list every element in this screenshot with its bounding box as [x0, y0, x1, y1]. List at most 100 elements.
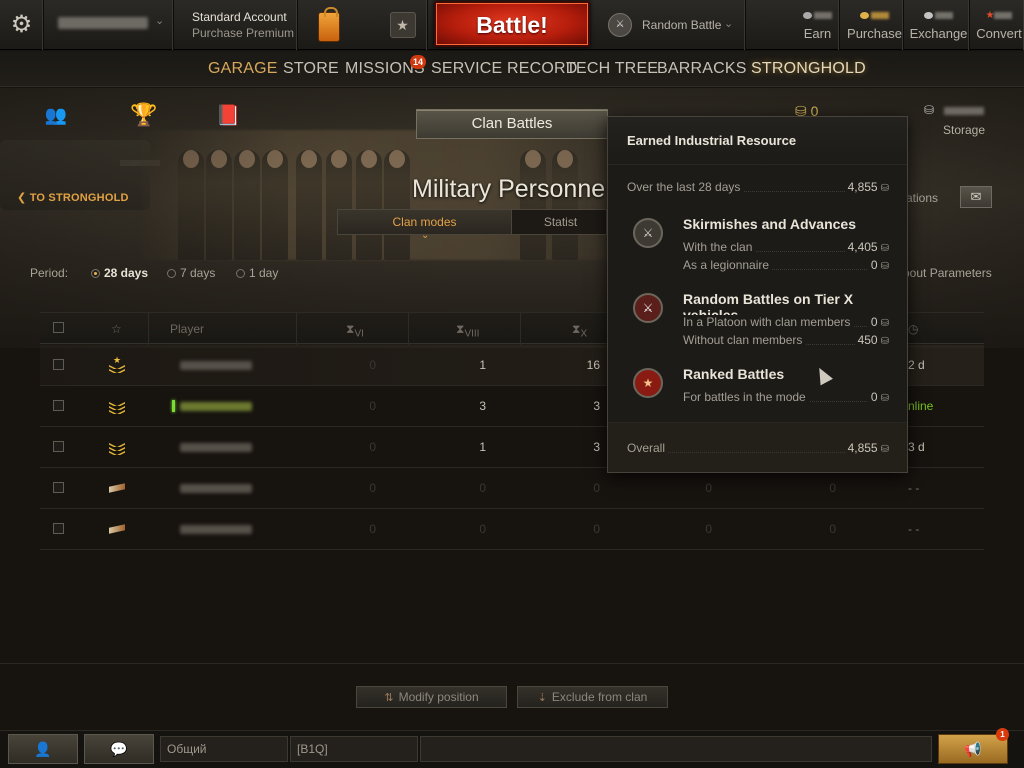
earn-button[interactable]: Earn	[796, 0, 840, 50]
main-nav: GARAGE STORE MISSIONS SERVICE RECORD TEC…	[0, 51, 1024, 87]
tier-x-cell: 3	[593, 440, 600, 454]
contacts-button[interactable]: 👤	[8, 734, 78, 764]
account-status[interactable]: Standard Account Purchase Premium	[178, 0, 298, 50]
radio-dot	[236, 269, 245, 278]
tier-viii-column-header[interactable]: ⧗VIII	[456, 322, 479, 339]
premium-shop-icon[interactable]	[316, 6, 342, 44]
nav-tech-tree[interactable]: TECH TREE	[566, 60, 658, 78]
row-value: 0 ⛁	[867, 315, 889, 329]
settings-button[interactable]: ⚙	[0, 0, 44, 50]
trophy-icon: 🏆	[130, 102, 158, 127]
radio-dot	[167, 269, 176, 278]
random-battle-icon: ⚔	[608, 13, 632, 37]
table-row[interactable]: 0 0 0 0 0 - -	[40, 468, 984, 509]
credits-icon	[796, 10, 839, 21]
convert-button[interactable]: ★ Convert	[974, 0, 1024, 50]
column-divider	[148, 313, 149, 345]
row-label: In a Platoon with clan members	[683, 315, 854, 329]
row-label: As a legionnaire	[683, 258, 773, 272]
nav-barracks[interactable]: BARRACKS	[657, 60, 747, 78]
clock-icon[interactable]: ◷	[908, 322, 918, 336]
skirmishes-icon: ⚔	[633, 218, 663, 248]
nav-store[interactable]: STORE	[283, 60, 339, 78]
clan-achievements-tab[interactable]: 🏆	[124, 98, 164, 132]
user-menu[interactable]: ⌄	[44, 0, 174, 50]
section-title: Ranked Battles	[683, 366, 785, 382]
convert-label: Convert	[976, 26, 1022, 41]
tier-x-cell: 3	[593, 399, 600, 413]
period-1-day-radio[interactable]: 1 day	[236, 266, 278, 280]
chat-input-field[interactable]	[420, 736, 932, 762]
clan-channel-tab[interactable]: [B1Q]	[290, 736, 418, 762]
player-column-header[interactable]: Player	[170, 322, 204, 336]
row-label: Over the last 28 days	[627, 180, 744, 194]
sergeant-rank-icon	[109, 398, 125, 416]
exchange-button[interactable]: Exchange	[908, 0, 970, 50]
online-status-icon	[172, 400, 175, 412]
row-checkbox[interactable]	[53, 482, 64, 493]
column-4-cell: 0	[705, 522, 712, 536]
row-checkbox[interactable]	[53, 441, 64, 452]
nav-garage[interactable]: GARAGE	[208, 60, 278, 78]
tier-viii-cell: 1	[479, 358, 486, 372]
row-value: 0 ⛁	[867, 390, 889, 404]
battle-button[interactable]: Battle!	[434, 1, 590, 47]
modify-position-label: Modify position	[398, 690, 479, 704]
chat-button[interactable]: 💬	[84, 734, 154, 764]
tooltip-row: For battles in the mode 0 ⛁	[683, 390, 889, 406]
row-value: 4,855 ⛁	[844, 180, 889, 194]
industrial-resource-tooltip: Earned Industrial Resource Over the last…	[607, 116, 908, 473]
tier-vi-column-header[interactable]: ⧗VI	[346, 322, 364, 339]
purchase-label: Purchase	[847, 26, 902, 41]
resource-icon: ⛁	[880, 336, 889, 347]
rank-button[interactable]: ★	[378, 0, 428, 50]
row-checkbox[interactable]	[53, 523, 64, 534]
to-stronghold-link[interactable]: ❮ TO STRONGHOLD	[17, 191, 129, 204]
period-28-days-radio[interactable]: 28 days	[91, 266, 148, 280]
period-7-days-radio[interactable]: 7 days	[167, 266, 215, 280]
rank-column-icon[interactable]: ☆	[111, 322, 122, 336]
envelope-icon: ✉	[970, 189, 982, 204]
exclude-from-clan-button[interactable]: ⇣ Exclude from clan	[517, 686, 668, 708]
about-parameters-link[interactable]: bout Parameters	[903, 266, 992, 280]
purchase-premium-link[interactable]: Purchase Premium	[192, 26, 294, 40]
column-5-cell: 0	[829, 481, 836, 495]
notifications-count-badge: 1	[996, 728, 1009, 741]
tooltip-footer: Overall 4,855 ⛁	[608, 422, 907, 472]
row-label: Overall	[627, 441, 669, 455]
nav-service-record[interactable]: SERVICE RECORD	[431, 60, 578, 78]
row-value: 4,855 ⛁	[844, 441, 889, 455]
row-value: 450 ⛁	[854, 333, 889, 347]
exclude-label: Exclude from clan	[551, 690, 648, 704]
modify-position-button[interactable]: ⇅ Modify position	[356, 686, 507, 708]
divider	[0, 663, 1024, 664]
clan-members-tab[interactable]: 👥	[36, 98, 76, 132]
row-checkbox[interactable]	[53, 359, 64, 370]
clan-journal-tab[interactable]: 📕	[208, 98, 248, 132]
tab-statistics[interactable]: Statist	[513, 210, 608, 234]
player-name-blurred	[180, 361, 252, 370]
chevron-down-icon: ⌄	[724, 18, 734, 30]
select-all-checkbox[interactable]	[53, 322, 64, 333]
general-channel-tab[interactable]: Общий	[160, 736, 288, 762]
exchange-icon	[908, 10, 969, 21]
tier-x-cell: 0	[593, 522, 600, 536]
player-name-blurred	[180, 484, 252, 493]
tier-x-column-header[interactable]: ⧗X	[572, 322, 587, 339]
row-label: For battles in the mode	[683, 390, 809, 404]
storage-label[interactable]: Storage	[943, 123, 985, 137]
row-checkbox[interactable]	[53, 400, 64, 411]
resource-icon: ⛁	[880, 393, 889, 404]
nav-stronghold[interactable]: STRONGHOLD	[751, 60, 866, 78]
earn-label: Earn	[803, 26, 832, 41]
account-title: Standard Account	[192, 10, 287, 24]
clan-battles-button[interactable]: Clan Battles	[416, 109, 608, 139]
tier-vi-cell: 0	[369, 399, 376, 413]
battle-mode-selector[interactable]: ⚔ Random Battle ⌄	[596, 0, 746, 50]
missions-count-badge: 14	[410, 55, 426, 69]
table-row[interactable]: 0 0 0 0 0 - -	[40, 509, 984, 550]
invitations-button[interactable]: ✉	[960, 186, 992, 208]
row-label: With the clan	[683, 240, 756, 254]
purchase-button[interactable]: Purchase	[846, 0, 904, 50]
column-divider	[296, 313, 297, 345]
